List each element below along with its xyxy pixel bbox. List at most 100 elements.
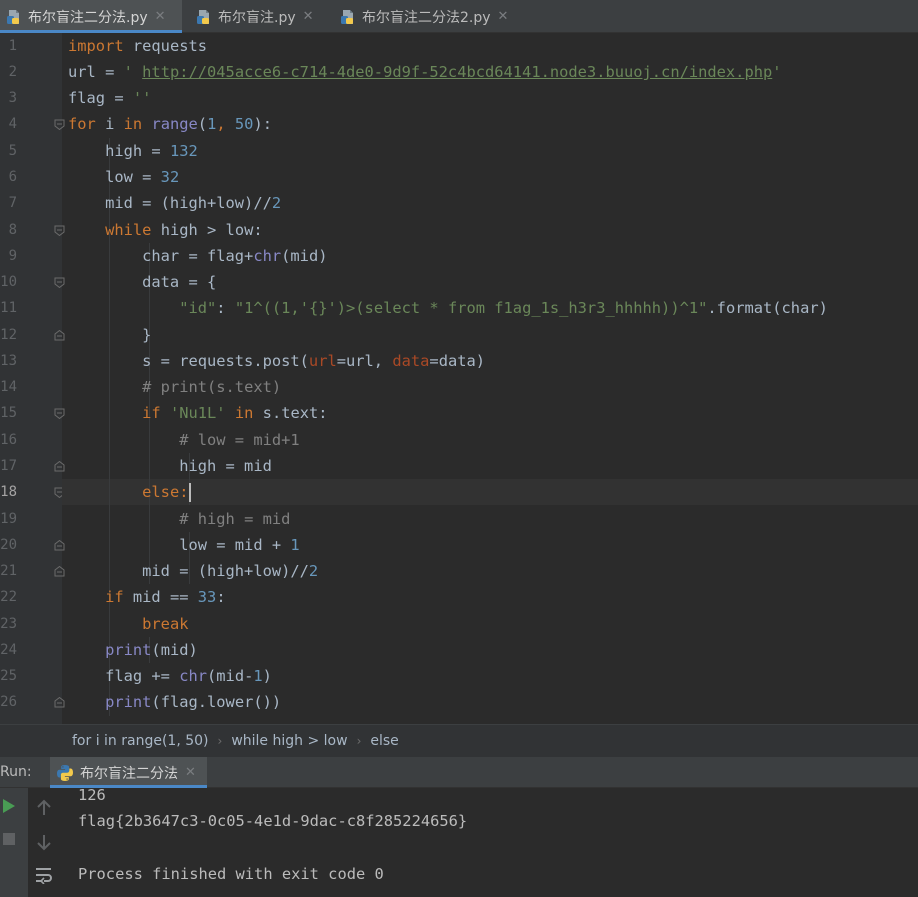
close-icon[interactable]: ✕ xyxy=(303,9,314,24)
code-text: (flag.lower()) xyxy=(151,693,282,711)
code-text: high > low: xyxy=(151,221,263,239)
fold-collapse-icon[interactable] xyxy=(54,277,65,288)
python-file-icon xyxy=(341,9,353,24)
arrow-up-icon[interactable] xyxy=(36,799,52,817)
code-text: high = mid xyxy=(68,457,272,475)
string: '' xyxy=(132,89,152,107)
close-icon[interactable]: ✕ xyxy=(185,765,196,780)
line-number: 13 xyxy=(0,353,17,369)
builtin: range xyxy=(151,115,198,133)
code-text: s = requests.post( xyxy=(68,352,309,370)
line-number: 14 xyxy=(0,379,17,395)
line-number: 3 xyxy=(8,90,17,106)
line-number: 5 xyxy=(8,143,17,159)
run-config-tab[interactable]: 布尔盲注二分法 ✕ xyxy=(50,757,207,788)
code-line-3: flag = '' xyxy=(68,85,151,111)
breadcrumb-item[interactable]: else xyxy=(370,733,398,749)
code-text: : xyxy=(179,483,189,501)
line-number: 4 xyxy=(8,116,17,132)
code-line-16: # low = mid+1 xyxy=(68,427,299,453)
keyword: else xyxy=(142,483,180,501)
code-line-9: char = flag+chr(mid) xyxy=(68,243,327,269)
keyword: if xyxy=(142,404,161,422)
code-text: mid == xyxy=(123,588,198,606)
python-file-icon xyxy=(7,9,19,24)
console-output-line: flag{2b3647c3-0c05-4e1d-9dac-c8f28522465… xyxy=(78,812,468,830)
number: 1 xyxy=(253,667,263,685)
fold-collapse-icon[interactable] xyxy=(54,225,65,236)
fold-end-icon[interactable] xyxy=(54,566,65,577)
close-icon[interactable]: ✕ xyxy=(498,9,509,24)
console-output-line: Process finished with exit code 0 xyxy=(78,865,384,883)
fold-collapse-icon[interactable] xyxy=(54,119,65,130)
number: 33 xyxy=(197,588,217,606)
code-text: ) xyxy=(262,667,272,685)
line-number: 1 xyxy=(8,38,17,54)
run-toolbar-secondary xyxy=(28,788,60,897)
line-number: 16 xyxy=(0,432,17,448)
line-number: 26 xyxy=(0,694,17,710)
fold-end-icon[interactable] xyxy=(54,697,65,708)
number: 1 xyxy=(207,115,217,133)
rerun-icon[interactable] xyxy=(2,798,16,814)
breadcrumb-item[interactable]: while high > low xyxy=(231,733,347,749)
url-link[interactable]: http://045acce6-c714-4de0-9d9f-52c4bcd64… xyxy=(142,63,772,81)
stop-icon[interactable] xyxy=(2,832,16,846)
code-text: high = xyxy=(68,142,170,160)
code-line-8: while high > low: xyxy=(68,217,263,243)
breadcrumb-item[interactable]: for i in range(1, 50) xyxy=(72,733,209,749)
code-text: s.text: xyxy=(253,404,328,422)
line-number: 15 xyxy=(0,405,17,421)
code-line-14: # print(s.text) xyxy=(68,374,281,400)
line-number: 22 xyxy=(0,589,17,605)
code-text: ): xyxy=(253,115,272,133)
code-editor[interactable]: 1 2 3 4 5 6 7 8 9 10 11 12 13 14 15 16 1… xyxy=(0,33,918,724)
number: 1 xyxy=(290,536,300,554)
tab-boolean-blind[interactable]: 布尔盲注.py ✕ xyxy=(190,0,330,33)
code-line-2: url = ' http://045acce6-c714-4de0-9d9f-5… xyxy=(68,59,782,85)
code-line-15: if 'Nu1L' in s.text: xyxy=(68,400,328,426)
number: 2 xyxy=(271,194,282,212)
line-number: 8 xyxy=(8,222,17,238)
string: "id" xyxy=(179,299,217,317)
code-text: char = flag+ xyxy=(68,247,254,265)
tab-boolean-blind-binary[interactable]: 布尔盲注二分法.py ✕ xyxy=(0,0,182,33)
text-caret xyxy=(188,483,191,502)
breadcrumb-separator: › xyxy=(217,734,223,748)
code-text: data = { xyxy=(68,273,217,291)
line-number: 12 xyxy=(0,327,17,343)
line-number: 19 xyxy=(0,511,17,527)
fold-end-icon[interactable] xyxy=(54,540,65,551)
code-line-1: import requests xyxy=(68,33,207,59)
tab-boolean-blind-binary-2[interactable]: 布尔盲注二分法2.py ✕ xyxy=(334,0,524,33)
fold-end-icon[interactable] xyxy=(54,461,65,472)
console-output-line: 126 xyxy=(78,786,106,804)
number: 50 xyxy=(234,115,254,133)
builtin: chr xyxy=(253,247,282,265)
string: ' xyxy=(772,63,782,81)
line-number: 20 xyxy=(0,537,17,553)
line-number: 17 xyxy=(0,458,17,474)
keyword: import xyxy=(68,37,124,55)
code-text: i xyxy=(95,115,124,133)
fold-collapse-icon[interactable] xyxy=(54,408,65,419)
code-line-12: } xyxy=(68,322,151,348)
code-text: flag += xyxy=(68,667,180,685)
arrow-down-icon[interactable] xyxy=(36,833,52,851)
code-line-24: print(mid) xyxy=(68,637,198,663)
fold-end-icon[interactable] xyxy=(54,330,65,341)
soft-wrap-icon[interactable] xyxy=(34,866,54,884)
python-icon xyxy=(57,764,73,781)
close-icon[interactable]: ✕ xyxy=(155,9,166,24)
run-panel: Run: 布尔盲注二分法 ✕ 126 flag{2b3647c3-0c05-4e… xyxy=(0,757,918,897)
run-label: Run: xyxy=(0,764,32,780)
code-line-21: mid = (high+low)//2 xyxy=(68,558,318,584)
number: 32 xyxy=(160,168,180,186)
code-line-17: high = mid xyxy=(68,453,272,479)
code-text: .format(char) xyxy=(707,299,828,317)
